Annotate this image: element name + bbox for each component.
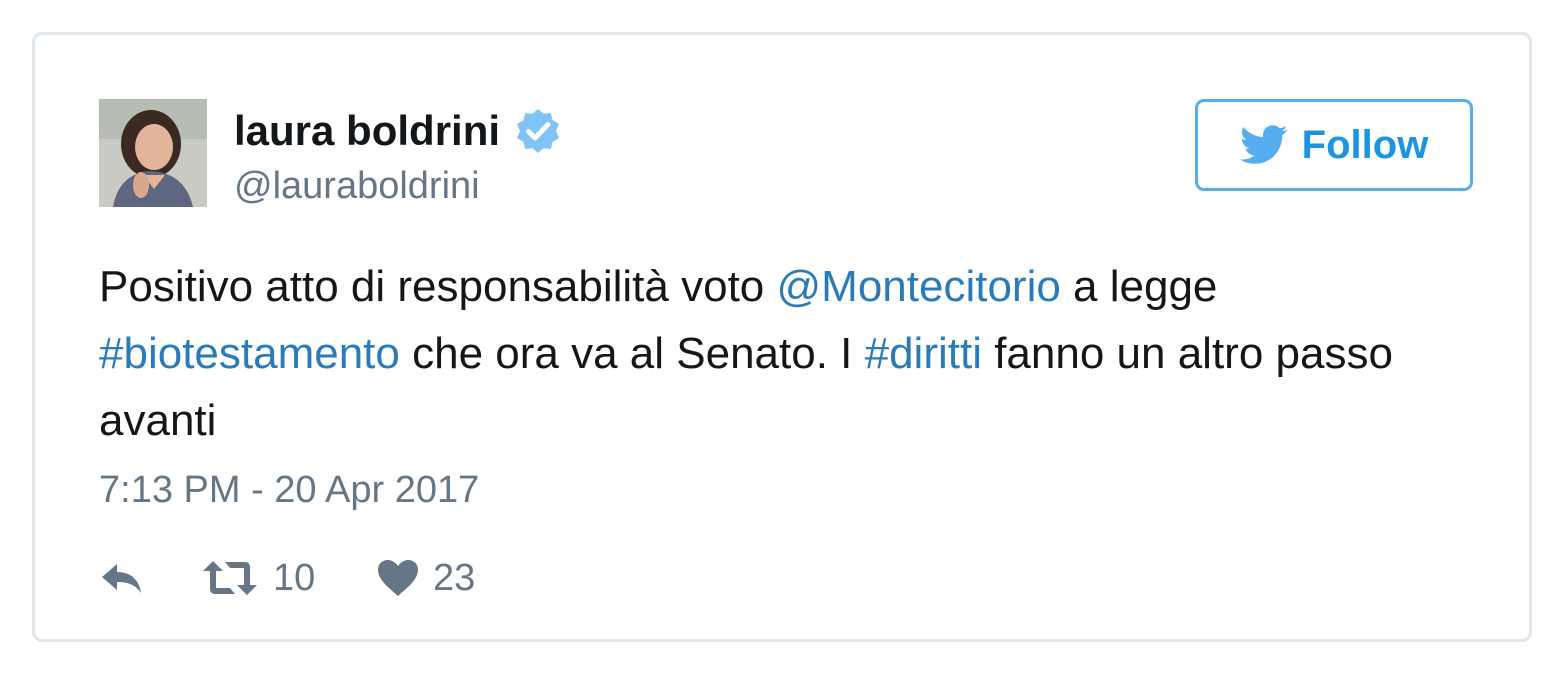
verified-badge-icon [514,107,562,155]
tweet-text: Positivo atto di responsabilità voto @Mo… [99,253,1479,454]
like-button[interactable]: 23 [377,557,475,600]
mention-link[interactable]: @Montecitorio [777,262,1061,311]
user-handle[interactable]: @lauraboldrini [234,165,480,208]
twitter-bird-icon [1239,125,1287,164]
heart-icon [378,560,418,596]
display-name-text: laura boldrini [234,107,501,154]
hashtag-link[interactable]: #biotestamento [99,329,400,378]
tweet-text-part: che ora va al Senato. I [399,329,865,378]
tweet-actions: 10 23 [99,553,475,603]
tweet-timestamp[interactable]: 7:13 PM - 20 Apr 2017 [99,469,479,512]
display-name[interactable]: laura boldrini [234,107,562,155]
like-count: 23 [433,556,476,599]
tweet-text-part: Positivo atto di responsabilità voto [99,262,777,311]
follow-button[interactable]: Follow [1195,99,1473,191]
reply-icon [102,564,141,593]
tweet-card: laura boldrini @lauraboldrini Follow Pos… [32,32,1532,642]
retweet-icon [203,561,257,595]
retweet-button[interactable]: 10 [201,557,377,600]
avatar[interactable] [99,99,207,207]
tweet-text-part: a legge [1060,262,1218,311]
follow-button-label: Follow [1301,122,1429,167]
retweet-count: 10 [273,556,316,599]
reply-button[interactable] [99,560,201,596]
hashtag-link[interactable]: #diritti [865,329,982,378]
